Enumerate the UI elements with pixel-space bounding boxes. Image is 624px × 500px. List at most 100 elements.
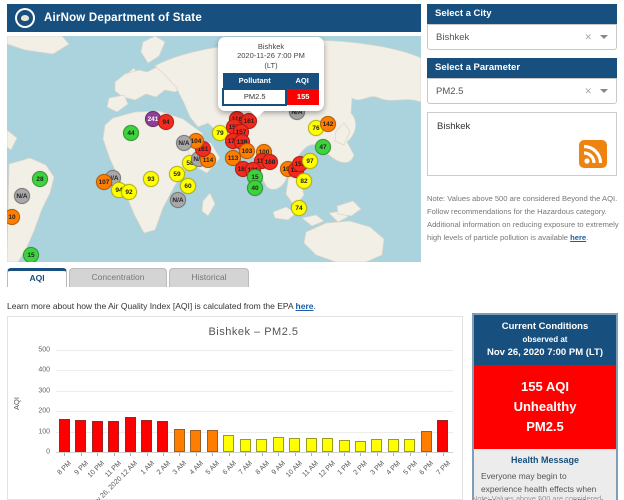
aqi-marker[interactable]: 103 — [239, 143, 255, 159]
aqi-marker[interactable]: 47 — [315, 139, 331, 155]
chart-x-tick — [146, 453, 148, 456]
aqi-marker[interactable]: 60 — [180, 178, 196, 194]
chart-y-tick-label: 200 — [38, 407, 50, 415]
chart-bar — [387, 438, 399, 452]
aqi-marker[interactable]: 97 — [302, 153, 318, 169]
aqi-marker[interactable]: N/A — [14, 188, 30, 204]
parameter-select[interactable]: PM2.5 ✕ — [427, 78, 617, 104]
aqi-marker[interactable]: 94 — [158, 114, 174, 130]
chart-x-tick-label: 12 PM — [317, 460, 337, 480]
tab-concentration[interactable]: Concentration — [69, 268, 167, 287]
app-header: AirNow Department of State — [7, 4, 421, 32]
popup-col-aqi: AQI — [286, 73, 319, 89]
chart-x-tick-label: 10 PM — [86, 460, 107, 480]
chart-bar — [404, 438, 416, 452]
parameter-select-value: PM2.5 — [436, 85, 464, 97]
conditions-datetime: Nov 26, 2020 7:00 PM (LT) — [487, 347, 603, 358]
sidebar-note-text: Note: Values above 500 are considered Be… — [427, 193, 619, 243]
tab-aqi[interactable]: AQI — [7, 268, 67, 287]
popup-pollutant-value: PM2.5 — [221, 87, 288, 106]
tab-historical[interactable]: Historical — [169, 268, 249, 287]
sidebar-note-link[interactable]: here — [570, 233, 586, 242]
chart-x-tick-label: 10 AM — [284, 460, 304, 479]
chart-x-tick — [376, 453, 378, 456]
page: AirNow Department of State 28 N/A 10 15 … — [0, 0, 624, 500]
learn-more-text: Learn more about how the Air Quality Ind… — [7, 300, 296, 311]
rss-feed-box: Bishkek — [427, 112, 617, 176]
parameter-caret-icon[interactable] — [600, 89, 608, 97]
aqi-marker[interactable]: N/A — [176, 135, 192, 151]
parameter-clear-icon[interactable]: ✕ — [584, 86, 592, 97]
chart-gridline — [56, 350, 453, 351]
sidebar-note-suffix: . — [586, 233, 589, 243]
chart-x-tick — [97, 453, 99, 456]
chart-x-tick — [80, 453, 82, 456]
chart-bar — [124, 417, 136, 452]
world-map[interactable]: 28 N/A 10 15 44 241 94 N/A 107 94 92 93 59 60 N/A 58 N/A… — [7, 36, 421, 262]
aqi-marker[interactable]: 92 — [121, 184, 137, 200]
chart-x-tick — [344, 453, 346, 456]
aqi-marker[interactable]: 28 — [32, 171, 48, 187]
chart-bar — [141, 419, 153, 452]
chart-bar — [173, 428, 185, 452]
conditions-observed-label: observed at — [522, 335, 568, 344]
chart-bar — [157, 421, 169, 452]
chart-gridline — [56, 370, 453, 372]
rss-city-label: Bishkek — [437, 121, 471, 132]
learn-more-link[interactable]: here — [296, 301, 314, 311]
chart-bar — [91, 420, 103, 452]
chart-x-tick — [360, 453, 362, 456]
city-select[interactable]: Bishkek ✕ — [427, 24, 617, 50]
conditions-aqi-block: 155 AQI Unhealthy PM2.5 — [474, 365, 616, 450]
chart-x-tick — [393, 453, 395, 456]
chart-bar — [190, 430, 202, 452]
aqi-marker[interactable]: 10 — [7, 209, 20, 225]
aqi-marker[interactable]: 82 — [296, 173, 312, 189]
chart-bar — [338, 440, 350, 452]
aqi-marker-layer: 28 N/A 10 15 44 241 94 N/A 107 94 92 93 59 60 N/A 58 N/A… — [7, 36, 421, 262]
health-message-title: Health Message — [510, 455, 580, 466]
chart-bar — [206, 430, 218, 452]
chart-y-tick-label: 400 — [38, 366, 50, 374]
city-clear-icon[interactable]: ✕ — [584, 32, 592, 43]
aqi-marker[interactable]: 142 — [320, 116, 336, 132]
city-select-value: Bishkek — [436, 31, 470, 43]
chart-x-tick-label: 6 AM — [221, 460, 238, 477]
chart-x-tick — [162, 453, 164, 456]
chart-bar — [305, 437, 317, 452]
aqi-marker[interactable]: 74 — [291, 200, 307, 216]
aqi-marker[interactable]: 15 — [23, 247, 39, 262]
aqi-marker[interactable]: 168 — [262, 154, 278, 170]
aqi-marker[interactable]: 44 — [123, 125, 139, 141]
chart-x-tick — [261, 453, 263, 456]
state-department-seal-icon — [15, 8, 35, 28]
city-caret-icon[interactable] — [600, 35, 608, 43]
popup-aqi-value: 155 — [286, 88, 319, 105]
chart-x-tick — [311, 453, 313, 456]
aqi-marker[interactable]: 40 — [247, 180, 263, 196]
chart-x-tick-label: 1 PM — [336, 460, 353, 477]
chart-bar — [437, 420, 449, 452]
learn-more-line: Learn more about how the Air Quality Ind… — [7, 301, 316, 311]
aqi-marker[interactable]: N/A — [170, 192, 186, 208]
chart-y-tick-label: 300 — [38, 387, 50, 395]
chart-y-tick-label: 0 — [46, 448, 50, 456]
rss-icon[interactable] — [579, 140, 607, 168]
chart-bar — [420, 430, 432, 452]
app-title: AirNow Department of State — [44, 12, 202, 24]
chart-x-tick — [64, 453, 66, 456]
conditions-footnote: Note: Values above 500 are considered Be… — [472, 494, 602, 500]
popup-table: Pollutant AQI PM2.5 155 — [221, 73, 320, 106]
chart-x-tick-label: 4 PM — [385, 460, 403, 477]
aqi-marker[interactable]: 107 — [96, 174, 112, 190]
chart-x-tick-label: 6 PM — [418, 460, 436, 477]
current-conditions-header: Current Conditions observed at Nov 26, 2… — [474, 315, 616, 365]
chart-bar — [239, 438, 251, 452]
conditions-title: Current Conditions — [501, 321, 589, 332]
chart-x-tick-label: 11 AM — [301, 460, 321, 479]
chart-x-tick — [426, 453, 428, 456]
chart-x-tick-label: 3 AM — [172, 460, 189, 477]
select-city-header: Select a City — [427, 4, 617, 24]
aqi-marker[interactable]: 93 — [143, 171, 159, 187]
chart-x-tick — [294, 453, 296, 456]
